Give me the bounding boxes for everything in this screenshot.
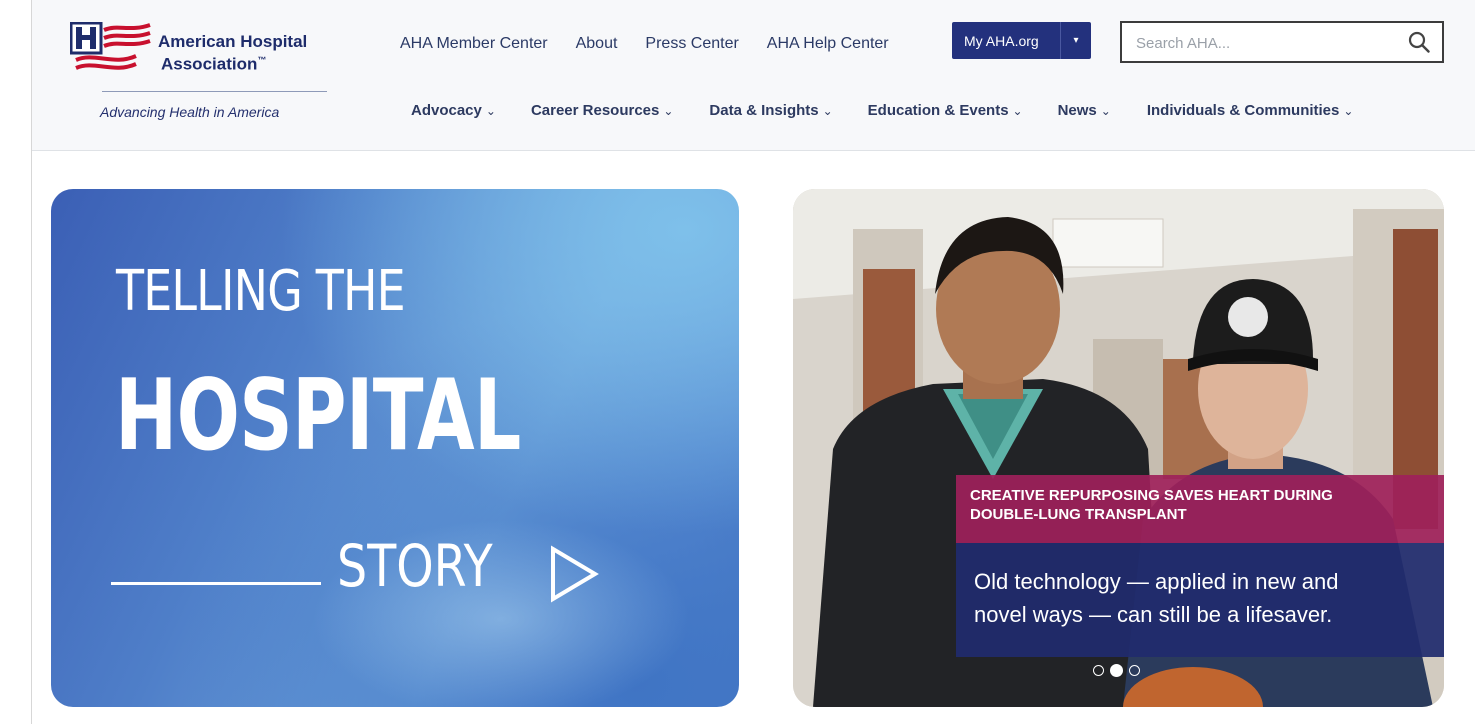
- nav-item-career-resources[interactable]: Career Resources ⌄: [531, 102, 673, 119]
- carousel-dot-1[interactable]: [1093, 665, 1104, 676]
- logo-divider: [102, 91, 327, 92]
- nav-label: Individuals & Communities: [1146, 102, 1340, 119]
- chevron-down-icon: ⌄: [1012, 103, 1023, 118]
- logo-name-line2-text: Association: [161, 54, 258, 74]
- nav-item-education-events[interactable]: Education & Events ⌄: [868, 102, 1023, 119]
- logo-name-line1: American Hospital: [158, 32, 308, 51]
- logo-tagline: Advancing Health in America: [100, 104, 280, 120]
- utility-link-press-center[interactable]: Press Center: [645, 35, 738, 53]
- nav-label: Data & Insights: [709, 102, 819, 119]
- promo-rule: [111, 582, 321, 585]
- page-frame: American Hospital Association™ Advancing…: [31, 0, 1475, 724]
- site-header: American Hospital Association™ Advancing…: [32, 0, 1475, 151]
- promo-line1: TELLING THE: [116, 259, 406, 324]
- nav-item-news[interactable]: News ⌄: [1058, 102, 1111, 119]
- chevron-down-icon: ⌄: [663, 103, 674, 118]
- my-aha-button[interactable]: My AHA.org ▾: [952, 22, 1091, 59]
- utility-link-help-center[interactable]: AHA Help Center: [767, 35, 889, 53]
- nav-label: Education & Events: [867, 102, 1009, 119]
- headline-line2: DOUBLE-LUNG TRANSPLANT: [970, 506, 1187, 523]
- nav-item-advocacy[interactable]: Advocacy ⌄: [411, 102, 496, 119]
- logo-wordmark: American Hospital Association™: [158, 32, 358, 74]
- play-arrow-icon: [551, 545, 599, 603]
- nav-label: Advocacy: [411, 102, 482, 119]
- carousel-dot-3[interactable]: [1129, 665, 1140, 676]
- chevron-down-icon[interactable]: ▾: [1061, 35, 1091, 46]
- hospital-story-promo[interactable]: TELLING THE HOSPITAL STORY: [51, 189, 739, 707]
- chevron-down-icon: ⌄: [485, 103, 496, 118]
- carousel-dot-2[interactable]: [1110, 664, 1123, 677]
- nav-item-data-insights[interactable]: Data & Insights ⌄: [709, 102, 832, 119]
- chevron-down-icon: ⌄: [822, 103, 833, 118]
- carousel-headline[interactable]: CREATIVE REPURPOSING SAVES HEART DURING …: [956, 475, 1444, 543]
- chevron-down-icon: ⌄: [1100, 103, 1111, 118]
- my-aha-label: My AHA.org: [964, 32, 1039, 49]
- nav-label: Career Resources: [530, 102, 660, 119]
- summary-line1: Old technology — applied in new and: [974, 569, 1339, 594]
- summary-line2: novel ways — can still be a lifesaver.: [974, 602, 1333, 627]
- carousel-summary: Old technology — applied in new and nove…: [956, 543, 1444, 657]
- search-box: [1120, 21, 1444, 63]
- aha-logo-mark-icon: [70, 22, 151, 70]
- headline-line1: CREATIVE REPURPOSING SAVES HEART DURING: [970, 487, 1333, 504]
- utility-link-about[interactable]: About: [576, 35, 618, 53]
- aha-logo[interactable]: American Hospital Association™ Advancing…: [70, 18, 330, 128]
- nav-item-individuals-communities[interactable]: Individuals & Communities ⌄: [1147, 102, 1354, 119]
- news-carousel[interactable]: CREATIVE REPURPOSING SAVES HEART DURING …: [793, 189, 1444, 707]
- carousel-pagination: [1093, 664, 1140, 677]
- promo-line2: HOSPITAL: [115, 359, 521, 473]
- chevron-down-icon: ⌄: [1343, 103, 1354, 118]
- utility-nav: AHA Member Center About Press Center AHA…: [400, 35, 917, 53]
- search-input[interactable]: [1136, 32, 1386, 54]
- logo-name-line2: Association™: [158, 51, 358, 74]
- utility-link-member-center[interactable]: AHA Member Center: [400, 35, 548, 53]
- search-icon[interactable]: [1408, 31, 1430, 53]
- promo-line3: STORY: [337, 532, 493, 600]
- trademark-symbol: ™: [257, 55, 267, 65]
- nav-label: News: [1057, 102, 1097, 119]
- main-nav: Advocacy ⌄ Career Resources ⌄ Data & Insig…: [411, 102, 1353, 119]
